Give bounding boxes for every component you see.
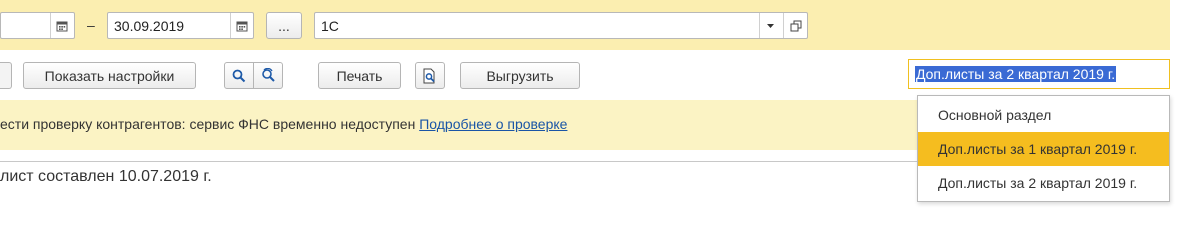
section-select-value: Доп.листы за 2 квартал 2019 г. bbox=[915, 66, 1117, 82]
open-in-new-window-icon bbox=[790, 20, 801, 31]
export-label: Выгрузить bbox=[486, 67, 554, 84]
section-select[interactable]: Доп.листы за 2 квартал 2019 г. bbox=[908, 59, 1170, 89]
print-label: Печать bbox=[336, 67, 383, 84]
search-refresh-icon bbox=[261, 68, 275, 82]
calendar-icon bbox=[236, 21, 247, 31]
export-button[interactable]: Выгрузить bbox=[460, 62, 580, 89]
search-button[interactable] bbox=[224, 62, 254, 89]
organization-open-button[interactable] bbox=[783, 13, 807, 38]
dropdown-option-q1-2019[interactable]: Доп.листы за 1 квартал 2019 г. bbox=[918, 132, 1169, 166]
search-refresh-button[interactable] bbox=[253, 62, 283, 89]
magnifier-icon bbox=[232, 69, 246, 82]
calendar-icon bbox=[56, 21, 67, 31]
report-text: лист составлен 10.07.2019 г. bbox=[0, 168, 212, 185]
period-dash: – bbox=[87, 17, 95, 33]
show-settings-button[interactable]: Показать настройки bbox=[23, 62, 196, 89]
organization-dropdown-button[interactable] bbox=[759, 13, 781, 38]
period-to-field[interactable]: 30.09.2019 bbox=[107, 12, 254, 39]
dropdown-option-q2-2019[interactable]: Доп.листы за 2 квартал 2019 г. bbox=[918, 166, 1169, 200]
info-message-text: ести проверку контрагентов: сервис ФНС в… bbox=[0, 116, 416, 132]
show-settings-label: Показать настройки bbox=[44, 67, 175, 84]
document-preview-icon bbox=[423, 68, 435, 83]
preview-button[interactable] bbox=[415, 62, 445, 89]
toolbar-left-edge-button[interactable] bbox=[0, 62, 12, 89]
period-select-button[interactable]: ... bbox=[266, 12, 302, 39]
dropdown-option-main-section[interactable]: Основной раздел bbox=[918, 98, 1169, 132]
chevron-down-icon bbox=[767, 23, 774, 28]
organization-value: 1С bbox=[321, 18, 339, 34]
period-from-calendar-button[interactable] bbox=[50, 13, 72, 38]
print-button[interactable]: Печать bbox=[318, 62, 401, 89]
period-to-calendar-button[interactable] bbox=[230, 13, 252, 38]
section-dropdown-list: Основной раздел Доп.листы за 1 квартал 2… bbox=[917, 95, 1170, 202]
ellipsis-label: ... bbox=[278, 17, 290, 34]
info-message: ести проверку контрагентов: сервис ФНС в… bbox=[0, 116, 567, 132]
check-details-link[interactable]: Подробнее о проверке bbox=[419, 116, 567, 132]
period-from-field[interactable] bbox=[0, 12, 75, 39]
organization-field[interactable]: 1С bbox=[314, 12, 808, 39]
period-to-value: 30.09.2019 bbox=[114, 18, 185, 34]
